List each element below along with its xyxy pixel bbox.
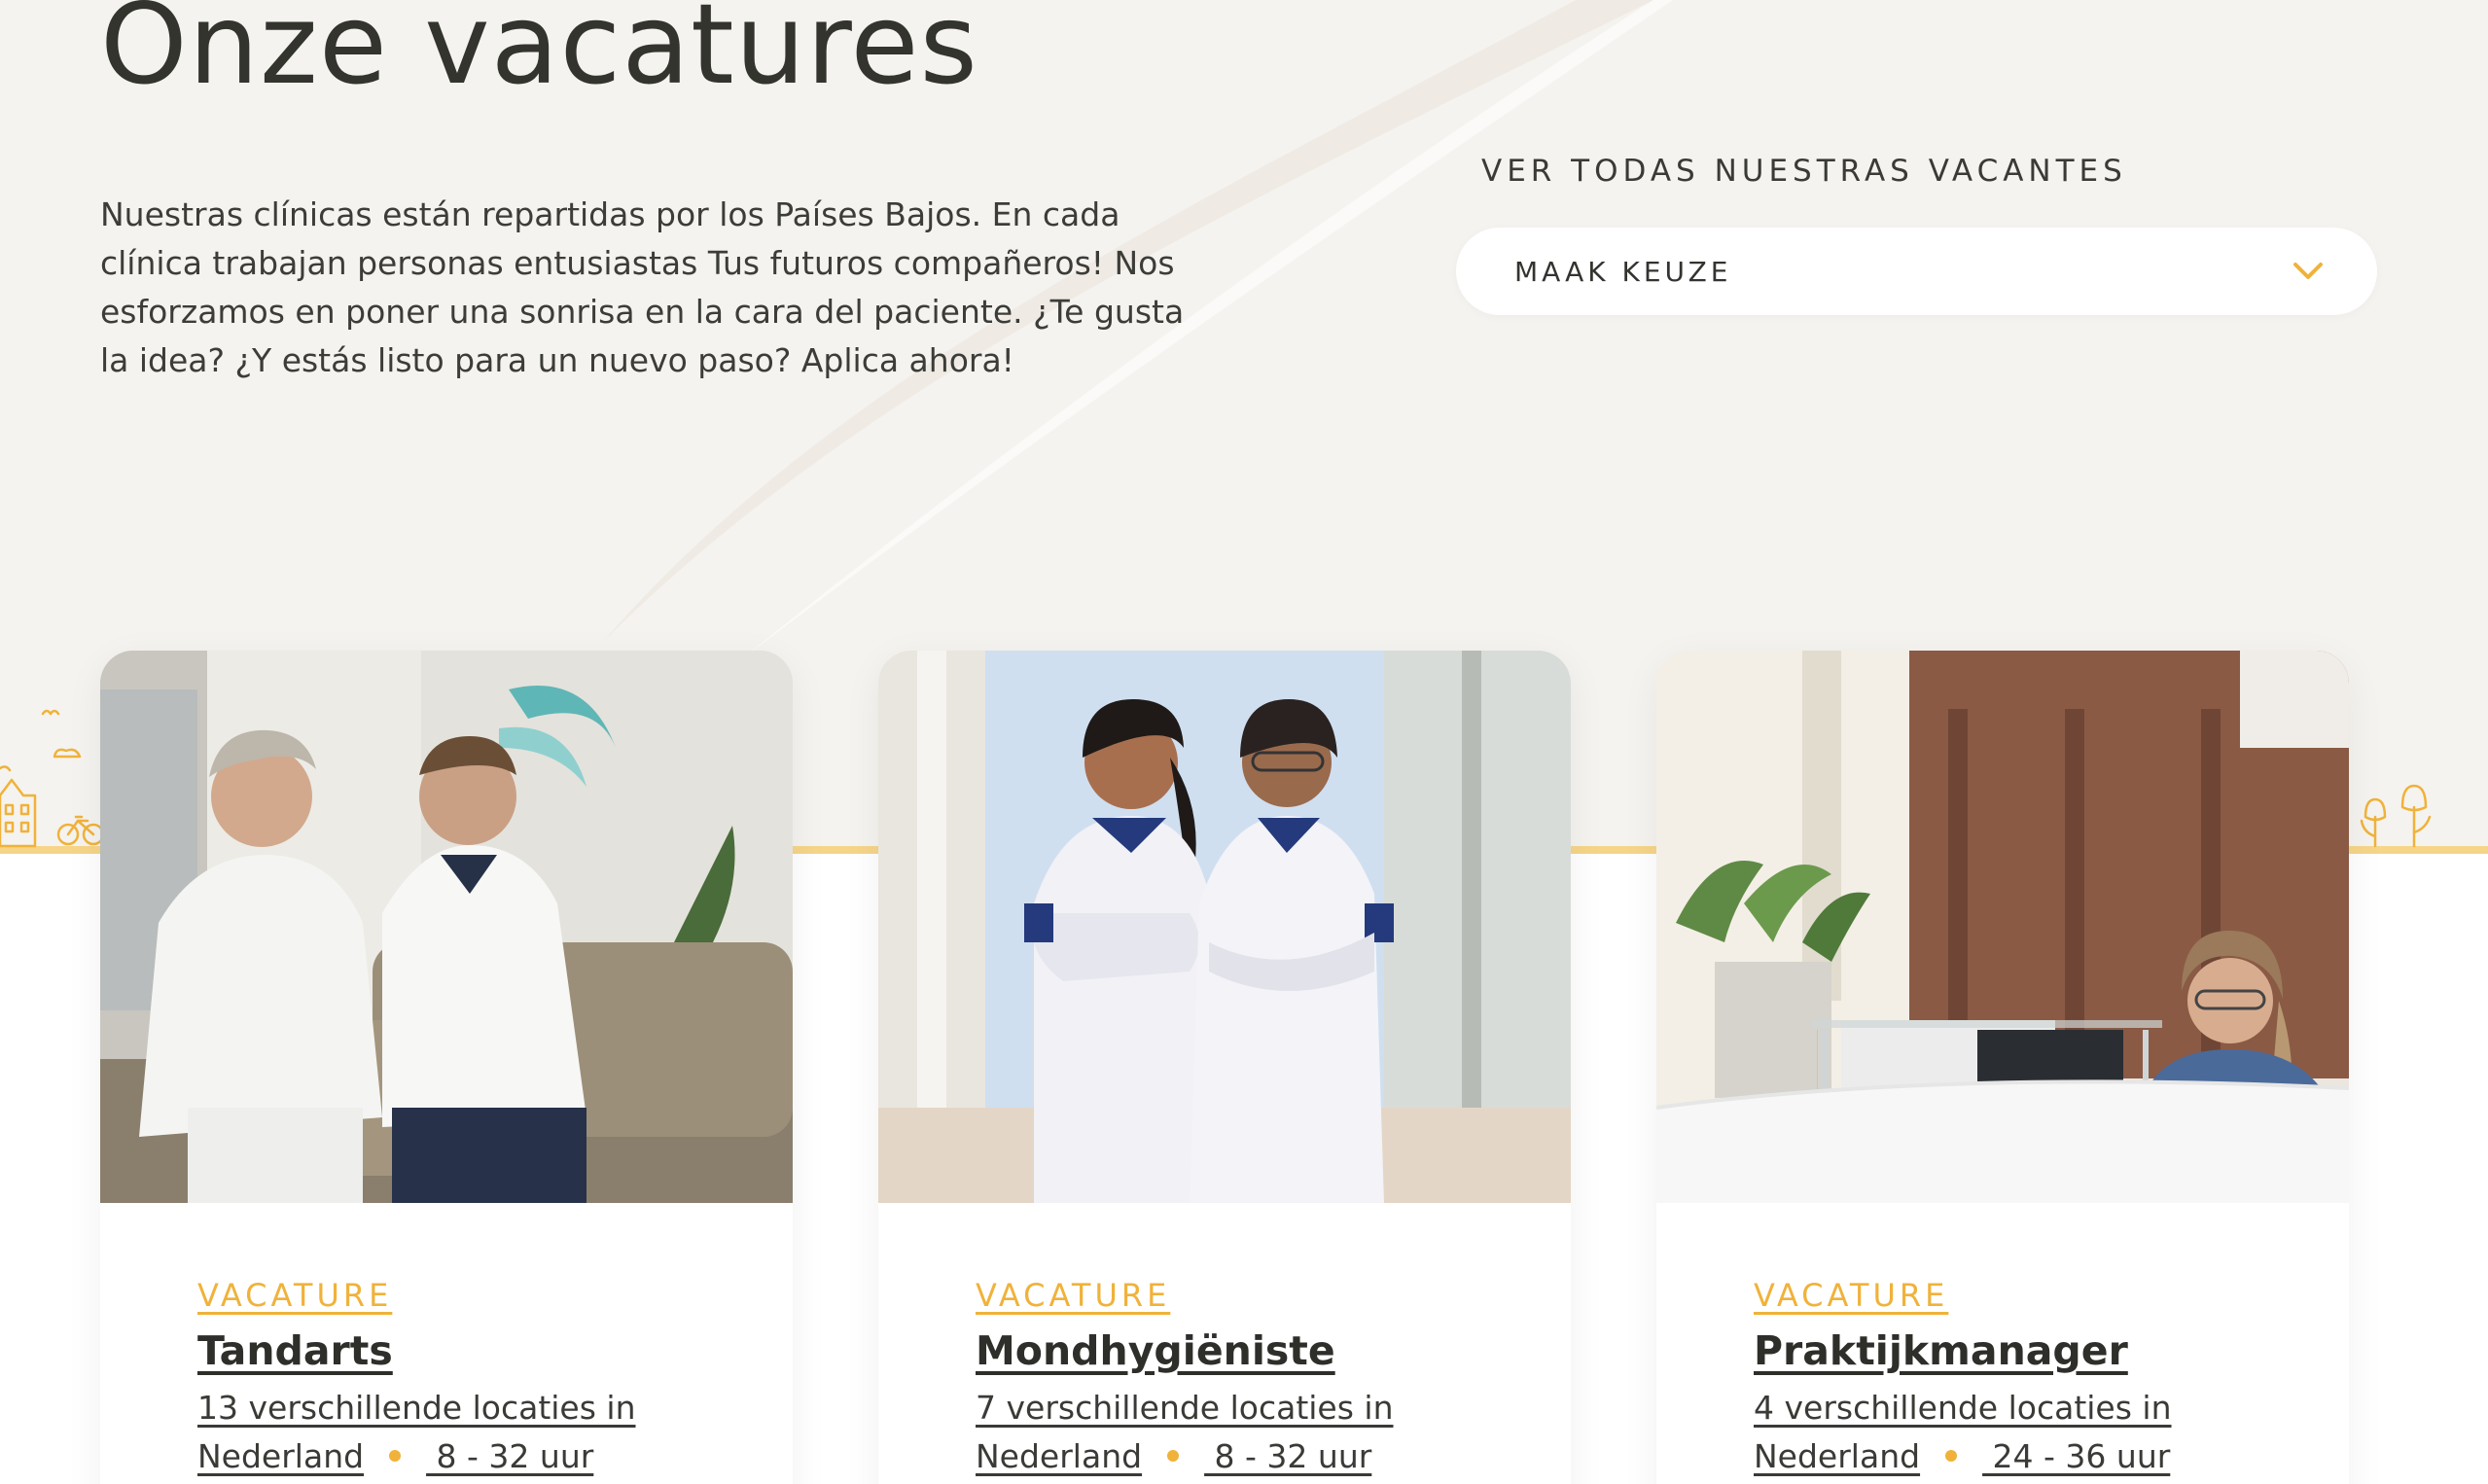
separator-dot: [389, 1449, 402, 1462]
locations-line-2: Nederland: [976, 1437, 1143, 1475]
reception-desk-photo: [1656, 651, 2349, 1203]
vacancy-select[interactable]: MAAK KEUZE: [1456, 228, 2377, 315]
page-title: Onze vacatures: [100, 0, 978, 109]
two-dentists-photo: [100, 651, 793, 1203]
vacancy-photo: [100, 651, 793, 1203]
hours-link[interactable]: 8 - 32 uur: [1204, 1437, 1372, 1475]
vacancy-card-mondhygieniste[interactable]: VACATURE Mondhygiëniste 7 verschillende …: [878, 651, 1571, 1484]
card-kicker[interactable]: VACATURE: [1754, 1277, 1948, 1314]
locations-line-1: 7 verschillende locaties in: [976, 1389, 1394, 1427]
locations-line-2: Nederland: [197, 1437, 365, 1475]
hours-link[interactable]: 8 - 32 uur: [426, 1437, 594, 1475]
card-kicker[interactable]: VACATURE: [197, 1277, 392, 1314]
two-hygienists-photo: [878, 651, 1571, 1203]
locations-line-2: Nederland: [1754, 1437, 1921, 1475]
separator-dot: [1167, 1449, 1180, 1462]
hours-link[interactable]: 24 - 36 uur: [1982, 1437, 2171, 1475]
card-title[interactable]: Praktijkmanager: [1754, 1327, 2252, 1374]
select-value: MAAK KEUZE: [1514, 255, 1732, 288]
city-illustration-icon: [0, 709, 105, 848]
vacancy-photo: [1656, 651, 2349, 1203]
card-meta: 7 verschillende locaties in Nederland 8 -…: [976, 1384, 1474, 1481]
card-meta: 13 verschillende locaties in Nederland 8 …: [197, 1384, 695, 1481]
chevron-down-icon: [2293, 263, 2323, 279]
locations-line-1: 13 verschillende locaties in: [197, 1389, 636, 1427]
vacancy-photo: [878, 651, 1571, 1203]
separator-dot: [1945, 1449, 1958, 1462]
card-meta: 4 verschillende locaties in Nederland 24 …: [1754, 1384, 2252, 1481]
filter-label: VER TODAS NUESTRAS VACANTES: [1481, 154, 2127, 189]
vacancy-card-tandarts[interactable]: VACATURE Tandarts 13 verschillende locat…: [100, 651, 793, 1484]
card-title[interactable]: Tandarts: [197, 1327, 695, 1374]
card-title[interactable]: Mondhygiëniste: [976, 1327, 1474, 1374]
intro-text: Nuestras clínicas están repartidas por l…: [100, 195, 1185, 379]
locations-line-1: 4 verschillende locaties in: [1754, 1389, 2172, 1427]
tulips-illustration-icon: [2360, 784, 2432, 848]
card-kicker[interactable]: VACATURE: [976, 1277, 1170, 1314]
vacancy-card-praktijkmanager[interactable]: VACATURE Praktijkmanager 4 verschillende…: [1656, 651, 2349, 1484]
